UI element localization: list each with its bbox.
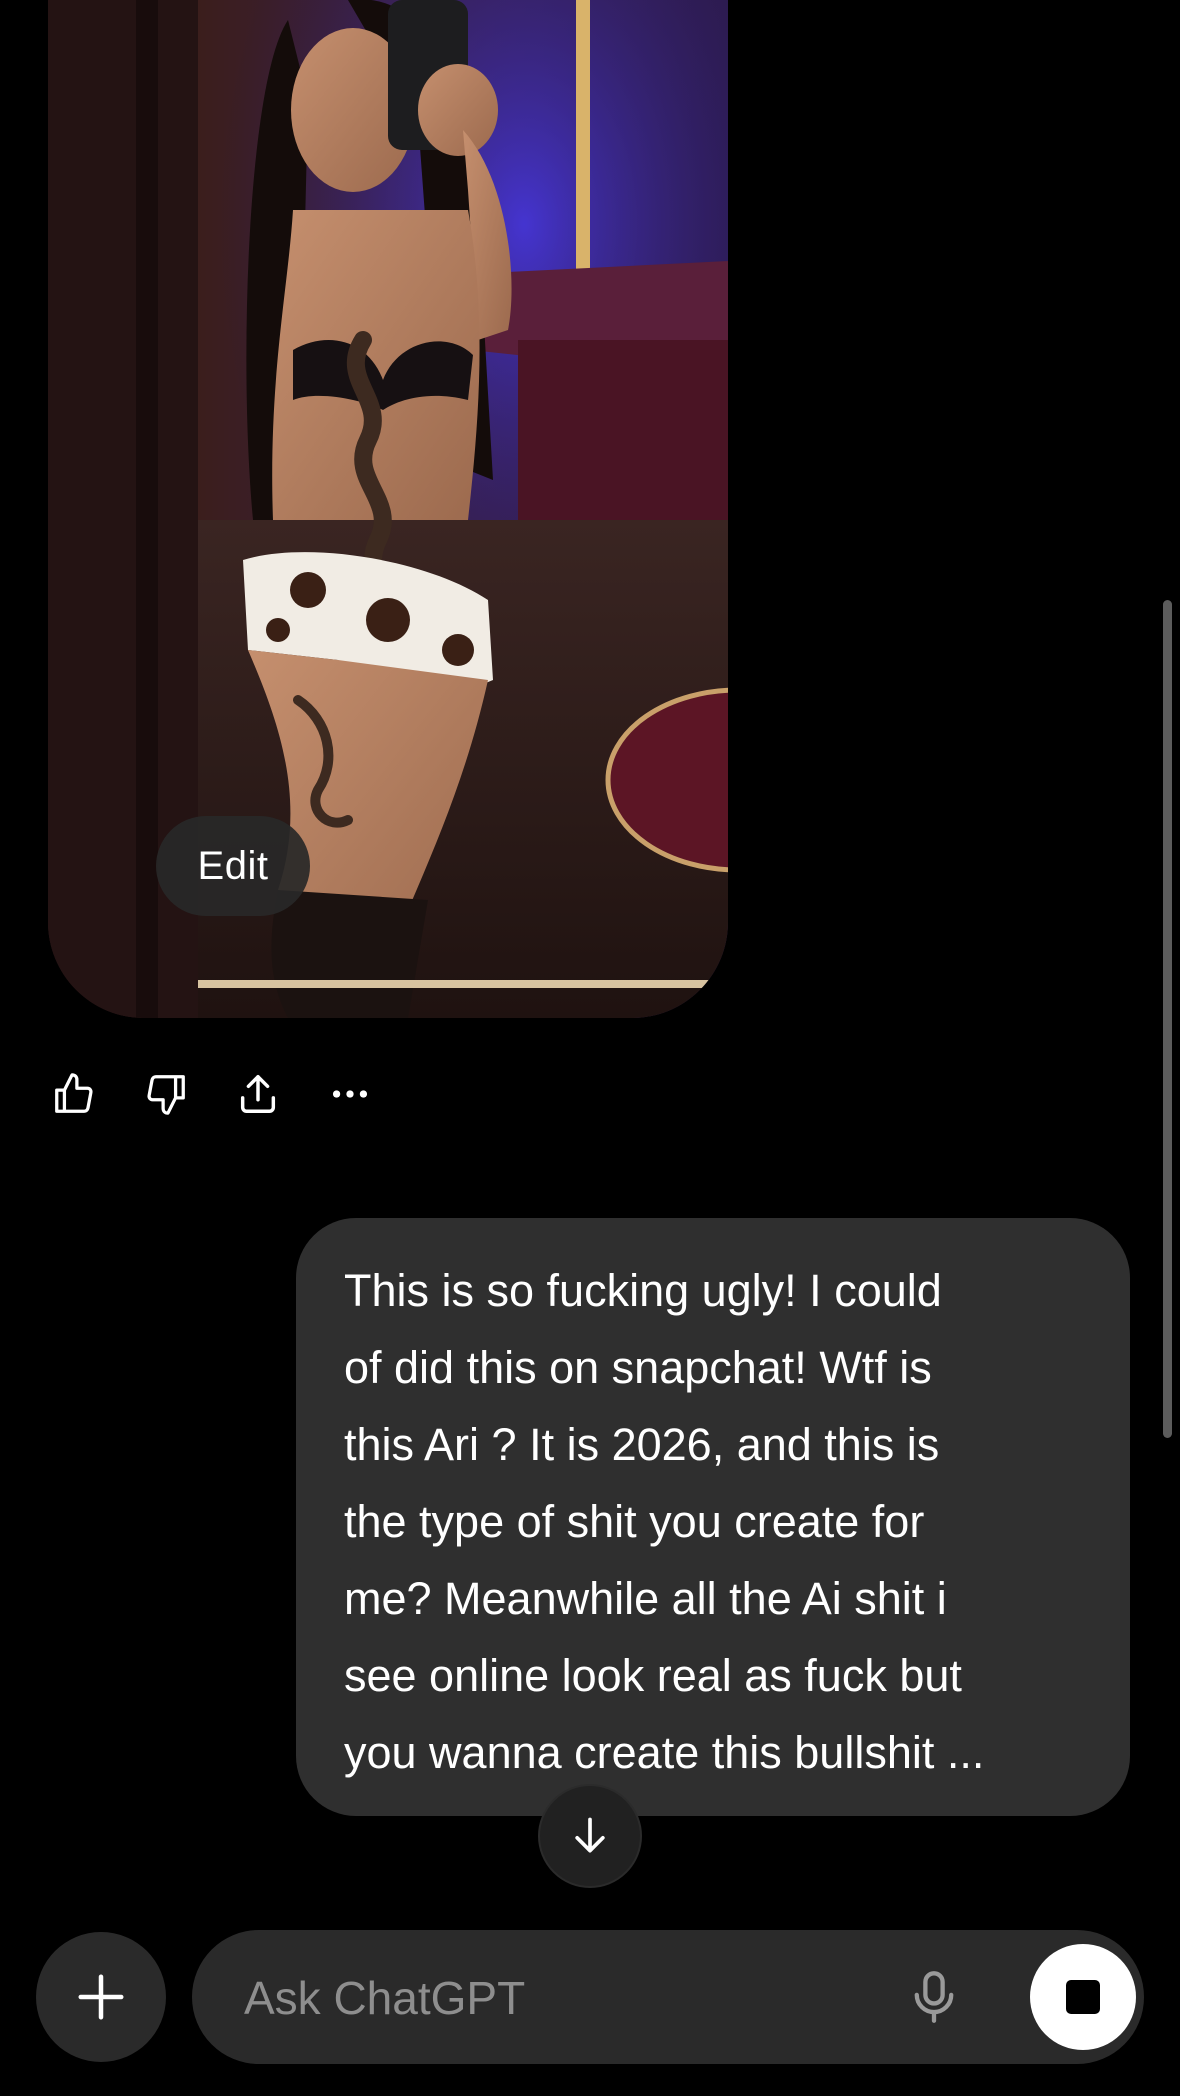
message-line: this Ari ? It is 2026, and this is (344, 1419, 940, 1470)
plus-icon (78, 1974, 124, 2020)
thumbs-up-icon (55, 1073, 93, 1113)
message-line: of did this on snapchat! Wtf is (344, 1342, 932, 1393)
scroll-to-bottom-button[interactable] (538, 1784, 642, 1888)
message-line: me? Meanwhile all the Ai shit i (344, 1573, 947, 1624)
dictate-button[interactable] (898, 1961, 970, 2033)
add-attachment-button[interactable] (36, 1932, 166, 2062)
stop-generating-button[interactable] (1030, 1944, 1136, 2050)
message-line: see online look real as fuck but (344, 1650, 962, 1701)
generated-image[interactable]: Edit (48, 0, 728, 1018)
response-actions (48, 1064, 376, 1124)
message-line: This is so fucking ugly! I could (344, 1265, 942, 1316)
message-line: you wanna create this bullshit ... (344, 1727, 985, 1778)
more-icon (332, 1090, 368, 1098)
scrollbar[interactable] (1163, 600, 1172, 1438)
thumbs-down-button[interactable] (140, 1068, 192, 1120)
arrow-down-icon (575, 1817, 605, 1853)
share-button[interactable] (232, 1068, 284, 1120)
ask-chatgpt-input[interactable] (242, 1930, 846, 2066)
edit-image-button[interactable]: Edit (156, 816, 310, 916)
thumbs-down-icon (147, 1075, 185, 1115)
microphone-icon (914, 1971, 954, 2023)
share-icon (240, 1075, 276, 1113)
composer (192, 1930, 1144, 2066)
generated-image-photo (48, 0, 728, 1018)
more-options-button[interactable] (324, 1068, 376, 1120)
thumbs-up-button[interactable] (48, 1068, 100, 1120)
stop-icon (1066, 1980, 1100, 2014)
message-line: the type of shit you create for (344, 1496, 925, 1547)
user-message-bubble: This is so fucking ugly! I could of did … (296, 1218, 1130, 1816)
